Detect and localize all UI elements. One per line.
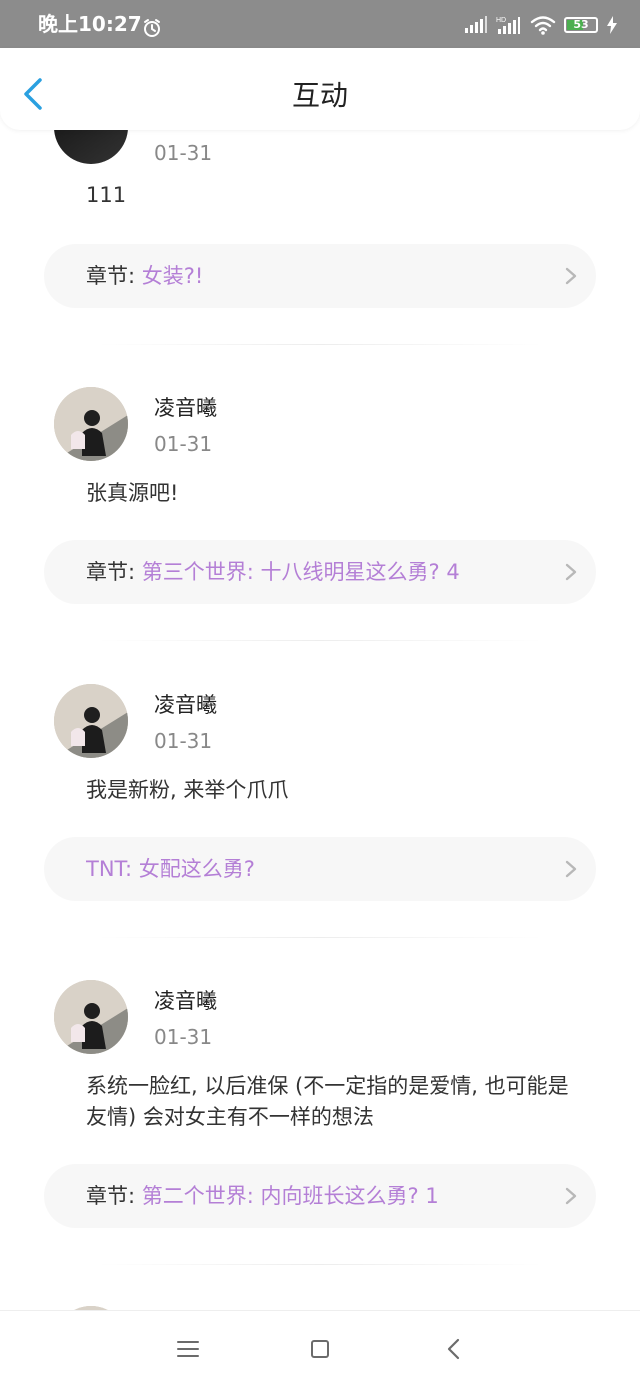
home-icon[interactable] bbox=[306, 1335, 334, 1363]
item-divider bbox=[96, 1264, 544, 1265]
chevron-right-icon bbox=[565, 563, 577, 581]
chapter-link-card[interactable]: 章节: 第三个世界: 十八线明星这么勇? 4 bbox=[44, 540, 596, 604]
comment-date: 01-31 bbox=[154, 1025, 213, 1049]
chapter-title: TNT: 女配这么勇? bbox=[86, 857, 255, 881]
signal-icon bbox=[465, 16, 487, 33]
interaction-list[interactable]: 01-31 111 章节: 女装?! 凌音曦 01-31 张真源吧! 章节: 第… bbox=[0, 130, 640, 1310]
menu-icon[interactable] bbox=[174, 1335, 202, 1363]
avatar-photo bbox=[54, 684, 128, 758]
avatar[interactable] bbox=[54, 980, 128, 1054]
alarm-clock-icon bbox=[144, 19, 160, 37]
username[interactable]: 凌音曦 bbox=[154, 987, 217, 1015]
comment-text: 系统一脸红, 以后准保 (不一定指的是爱情, 也可能是友情) 会对女主有不一样的… bbox=[86, 1074, 569, 1129]
page-title: 互动 bbox=[291, 79, 348, 112]
chapter-link-text: TNT: 女配这么勇? bbox=[86, 855, 548, 883]
chevron-right-icon bbox=[565, 860, 577, 878]
chevron-right-icon bbox=[565, 267, 577, 285]
hd-signal-icon: HD bbox=[496, 17, 520, 34]
chapter-link-text: 章节: 第三个世界: 十八线明星这么勇? 4 bbox=[86, 558, 548, 586]
chapter-title: 女装?! bbox=[141, 264, 204, 288]
item-divider bbox=[96, 640, 544, 641]
battery-level-text: 53 bbox=[573, 18, 589, 31]
battery-icon: 53 bbox=[564, 17, 598, 33]
list-item: 凌音曦 01-31 系统一脸红, 以后准保 (不一定指的是爱情, 也可能是友情)… bbox=[0, 979, 640, 1259]
chevron-right-icon bbox=[565, 1187, 577, 1205]
chapter-prefix: 章节: bbox=[86, 560, 142, 584]
chapter-prefix: 章节: bbox=[86, 264, 142, 288]
avatar[interactable] bbox=[54, 684, 128, 758]
comment-date: 01-31 bbox=[154, 141, 213, 165]
back-nav-icon[interactable] bbox=[440, 1335, 468, 1363]
chapter-link-card[interactable]: 章节: 第二个世界: 内向班长这么勇? 1 bbox=[44, 1164, 596, 1228]
avatar[interactable] bbox=[54, 387, 128, 461]
comment-text: 张真源吧! bbox=[86, 481, 179, 505]
chapter-link-text: 章节: 第二个世界: 内向班长这么勇? 1 bbox=[86, 1182, 548, 1210]
chapter-link-card[interactable]: 章节: 女装?! bbox=[44, 244, 596, 308]
list-item: 01-31 111 章节: 女装?! bbox=[0, 130, 640, 350]
chapter-title: 第三个世界: 十八线明星这么勇? 4 bbox=[141, 560, 460, 584]
system-navigation-bar bbox=[0, 1310, 640, 1387]
avatar-photo bbox=[54, 980, 128, 1054]
comment-text: 我是新粉, 来举个爪爪 bbox=[86, 778, 289, 802]
chapter-link-text: 章节: 女装?! bbox=[86, 262, 548, 290]
status-bar: 晚上10:27 HD 53 bbox=[0, 0, 640, 48]
avatar-photo bbox=[54, 387, 128, 461]
chapter-link-card[interactable]: TNT: 女配这么勇? bbox=[44, 837, 596, 901]
list-item: 凌音曦 01-31 我是新粉, 来举个爪爪 TNT: 女配这么勇? bbox=[0, 683, 640, 913]
username[interactable]: 凌音曦 bbox=[154, 691, 217, 719]
list-item: 凌音曦 01-31 张真源吧! 章节: 第三个世界: 十八线明星这么勇? 4 bbox=[0, 386, 640, 626]
charging-icon bbox=[607, 16, 617, 34]
chapter-title: 第二个世界: 内向班长这么勇? 1 bbox=[141, 1184, 439, 1208]
avatar[interactable] bbox=[54, 130, 128, 164]
status-icons: HD 53 bbox=[464, 15, 618, 35]
item-divider bbox=[96, 344, 544, 345]
comment-text: 111 bbox=[86, 183, 127, 207]
svg-text:HD: HD bbox=[496, 17, 506, 24]
status-time: 晚上10:27 bbox=[38, 12, 142, 36]
wifi-icon bbox=[530, 16, 556, 35]
username[interactable]: 凌音曦 bbox=[154, 394, 217, 422]
comment-date: 01-31 bbox=[154, 432, 213, 456]
app-header: 互动 bbox=[0, 48, 640, 130]
item-divider bbox=[96, 937, 544, 938]
comment-date: 01-31 bbox=[154, 729, 213, 753]
chapter-prefix: 章节: bbox=[86, 1184, 142, 1208]
